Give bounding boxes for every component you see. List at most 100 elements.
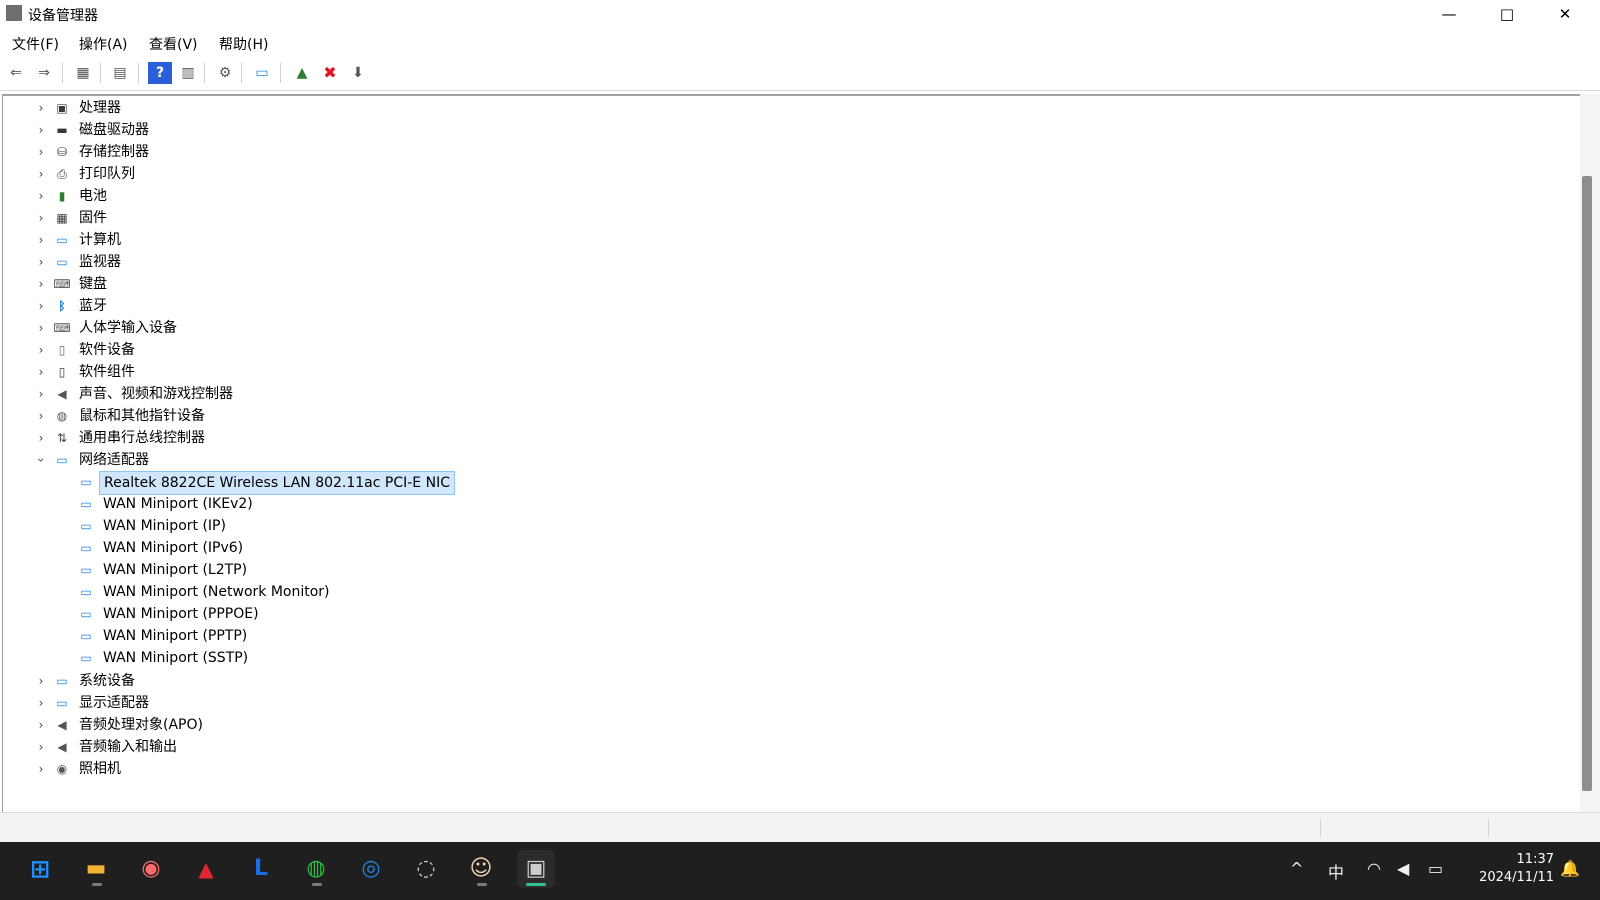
device-manager-taskbar-icon[interactable]: ▣: [517, 850, 555, 888]
wifi-icon[interactable]: ◠: [1367, 859, 1381, 878]
processor-icon: ▣: [56, 101, 68, 115]
chevron-right-icon[interactable]: ›: [35, 141, 47, 163]
tree-item-label: 软件设备: [79, 342, 135, 358]
uninstall-device-icon[interactable]: ✖: [318, 62, 342, 84]
tree-item-label: 固件: [79, 210, 107, 226]
chevron-right-icon[interactable]: ›: [35, 185, 47, 207]
network-adapter-icon: ▭: [80, 651, 92, 665]
toolbar-separator: [280, 63, 281, 83]
close-button[interactable]: ✕: [1536, 0, 1594, 28]
clock-time: 11:37: [1516, 852, 1554, 867]
tree-item-label: 通用串行总线控制器: [79, 430, 205, 446]
chevron-right-icon[interactable]: ›: [35, 273, 47, 295]
disk-drive-icon: ▬: [56, 123, 68, 137]
window-title: 设备管理器: [28, 8, 98, 24]
scrollbar-thumb[interactable]: [1582, 176, 1592, 791]
tree-child-label: WAN Miniport (Network Monitor): [103, 584, 330, 600]
running-indicator: [477, 883, 487, 886]
toolbar: ⇐ ⇒ ▦ ▤ ? ▥ ⚙ ▭ ▲ ✖ ⬇: [0, 57, 1600, 91]
chevron-right-icon[interactable]: ›: [35, 229, 47, 251]
menu-bar: 文件(F) 操作(A) 查看(V) 帮助(H): [0, 30, 1600, 56]
chevron-right-icon[interactable]: ›: [35, 670, 47, 692]
back-arrow-icon[interactable]: ⇐: [4, 62, 28, 84]
show-hide-console-tree-icon[interactable]: ▦: [71, 62, 95, 84]
chevron-right-icon[interactable]: ›: [35, 383, 47, 405]
amd-software-icon[interactable]: ▲: [187, 850, 225, 888]
network-adapter-icon: ▭: [80, 497, 92, 511]
tree-child-label: WAN Miniport (SSTP): [103, 650, 249, 666]
keyboard-icon: ⌨: [53, 277, 71, 291]
status-divider: [1320, 819, 1321, 837]
computer-icon: ▭: [56, 233, 68, 247]
menu-file[interactable]: 文件(F): [12, 34, 59, 54]
chevron-right-icon[interactable]: ›: [35, 692, 47, 714]
chevron-right-icon[interactable]: ›: [35, 339, 47, 361]
tree-item-label: 磁盘驱动器: [79, 122, 149, 138]
chevron-right-icon[interactable]: ›: [35, 758, 47, 780]
network-adapter-icon: ▭: [80, 519, 92, 533]
menu-action[interactable]: 操作(A): [79, 34, 128, 54]
action-pane-icon[interactable]: ▥: [176, 62, 200, 84]
minimize-button[interactable]: —: [1420, 0, 1478, 28]
chevron-right-icon[interactable]: ›: [35, 207, 47, 229]
tree-item-label: 人体学输入设备: [79, 320, 177, 336]
chevron-right-icon[interactable]: ›: [35, 119, 47, 141]
help-icon[interactable]: ?: [148, 62, 172, 84]
battery-icon[interactable]: ▭: [1428, 859, 1443, 878]
tree-item-label: 计算机: [79, 232, 121, 248]
network-adapter-icon: ▭: [80, 541, 92, 555]
ime-indicator[interactable]: 中: [1328, 859, 1344, 883]
obs-studio-icon[interactable]: ◌: [407, 850, 445, 888]
maximize-button[interactable]: □: [1478, 0, 1536, 28]
tree-item-label: 音频处理对象(APO): [79, 717, 203, 733]
usb-icon: ⇅: [56, 431, 68, 445]
toolbar-separator: [100, 63, 101, 83]
windows-start-icon[interactable]: ⊞: [21, 850, 59, 888]
properties-icon[interactable]: ▤: [108, 62, 132, 84]
device-manager-icon: [6, 5, 22, 21]
anime-app-icon[interactable]: ☺: [462, 850, 500, 888]
software-device-icon: ▯: [58, 343, 66, 357]
chevron-right-icon[interactable]: ›: [35, 97, 47, 119]
scan-hardware-changes-icon[interactable]: ▭: [250, 62, 274, 84]
volume-icon[interactable]: ◀: [1397, 859, 1409, 878]
network-adapter-icon: ▭: [80, 585, 92, 599]
tree-item-label: 存储控制器: [79, 144, 149, 160]
chevron-down-icon[interactable]: ›: [30, 454, 52, 466]
network-adapter-icon: ▭: [80, 629, 92, 643]
menu-view[interactable]: 查看(V): [149, 34, 198, 54]
active-indicator: [526, 883, 546, 886]
speaker-icon: ◀: [57, 387, 67, 401]
toolbar-separator: [241, 63, 242, 83]
running-indicator: [92, 883, 102, 886]
tree-item-label: 蓝牙: [79, 298, 107, 314]
chevron-right-icon[interactable]: ›: [35, 736, 47, 758]
file-explorer-icon[interactable]: ▬: [77, 850, 115, 888]
chevron-right-icon[interactable]: ›: [35, 163, 47, 185]
update-driver-icon[interactable]: ⚙: [213, 62, 237, 84]
tree-child-label: WAN Miniport (IP): [103, 518, 226, 534]
tree-child-label: Realtek 8822CE Wireless LAN 802.11ac PCI…: [99, 471, 455, 495]
disable-device-icon[interactable]: ⬇: [346, 62, 370, 84]
chevron-right-icon[interactable]: ›: [35, 714, 47, 736]
bell-icon[interactable]: 🔔: [1560, 859, 1580, 878]
enable-device-icon[interactable]: ▲: [290, 62, 314, 84]
chat-bot-icon[interactable]: ◎: [352, 850, 390, 888]
color-app-icon[interactable]: ◉: [132, 850, 170, 888]
clock[interactable]: 11:37 2024/11/11: [1479, 851, 1554, 887]
tree-child-label: WAN Miniport (L2TP): [103, 562, 248, 578]
wechat-icon[interactable]: ◍: [297, 850, 335, 888]
chevron-right-icon[interactable]: ›: [35, 317, 47, 339]
audio-processing-icon: ◀: [57, 718, 67, 732]
chevron-right-icon[interactable]: ›: [35, 405, 47, 427]
chevron-right-icon[interactable]: ›: [35, 427, 47, 449]
chevron-right-icon[interactable]: ›: [35, 295, 47, 317]
shield-app-icon[interactable]: L: [242, 850, 280, 888]
show-hidden-icons-chevron-up-icon[interactable]: ^: [1290, 859, 1303, 878]
tree-child-label: WAN Miniport (PPTP): [103, 628, 248, 644]
chevron-right-icon[interactable]: ›: [35, 251, 47, 273]
tree-child-label: WAN Miniport (IKEv2): [103, 496, 253, 512]
chevron-right-icon[interactable]: ›: [35, 361, 47, 383]
menu-help[interactable]: 帮助(H): [219, 34, 268, 54]
forward-arrow-icon[interactable]: ⇒: [32, 62, 56, 84]
